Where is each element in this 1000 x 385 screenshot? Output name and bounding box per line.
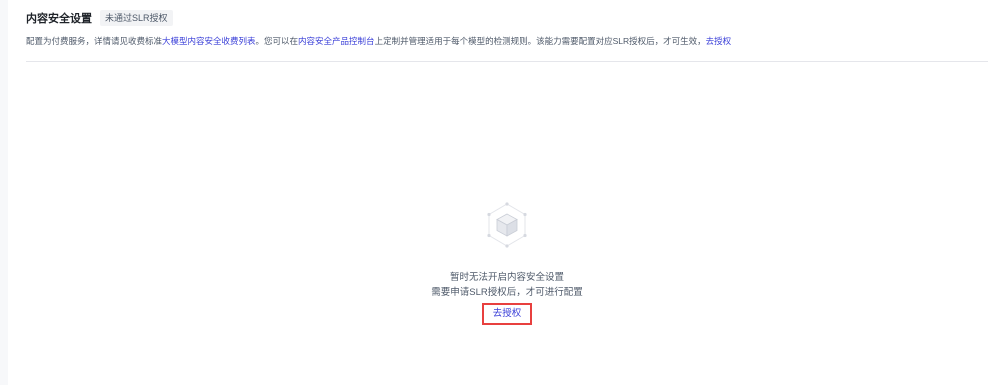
page: 内容安全设置 未通过SLR授权 配置为付费服务，详情请见收费标准大模型内容安全收… xyxy=(0,0,1000,385)
page-title: 内容安全设置 xyxy=(26,13,92,25)
divider xyxy=(26,61,988,62)
empty-state-hint: 需要申请SLR授权后，才可进行配置 xyxy=(431,287,583,298)
header-row: 内容安全设置 未通过SLR授权 xyxy=(26,9,173,27)
notice-text: 配置为付费服务，详情请见收费标准大模型内容安全收费列表。您可以在内容安全产品控制… xyxy=(26,35,988,47)
empty-state: 暂时无法开启内容安全设置 需要申请SLR授权后，才可进行配置 去授权 xyxy=(26,200,988,325)
content-area: 内容安全设置 未通过SLR授权 配置为付费服务，详情请见收费标准大模型内容安全收… xyxy=(26,0,988,385)
status-badge: 未通过SLR授权 xyxy=(100,10,173,26)
notice-authorize-link[interactable]: 去授权 xyxy=(706,36,732,46)
notice-text-part: 。您可以在 xyxy=(255,36,299,46)
console-link[interactable]: 内容安全产品控制台 xyxy=(298,36,375,46)
notice-text-part: 上定制并管理适用于每个模型的检测规则。该能力需要配置对应SLR授权后，才可生效， xyxy=(374,36,706,46)
authorize-button[interactable]: 去授权 xyxy=(481,303,533,325)
empty-state-message: 暂时无法开启内容安全设置 xyxy=(449,272,564,283)
left-rail xyxy=(0,0,8,385)
notice-text-part: 配置为付费服务，详情请见收费标准 xyxy=(26,36,163,46)
package-cube-icon xyxy=(487,202,527,248)
pricing-link[interactable]: 大模型内容安全收费列表 xyxy=(162,36,256,46)
